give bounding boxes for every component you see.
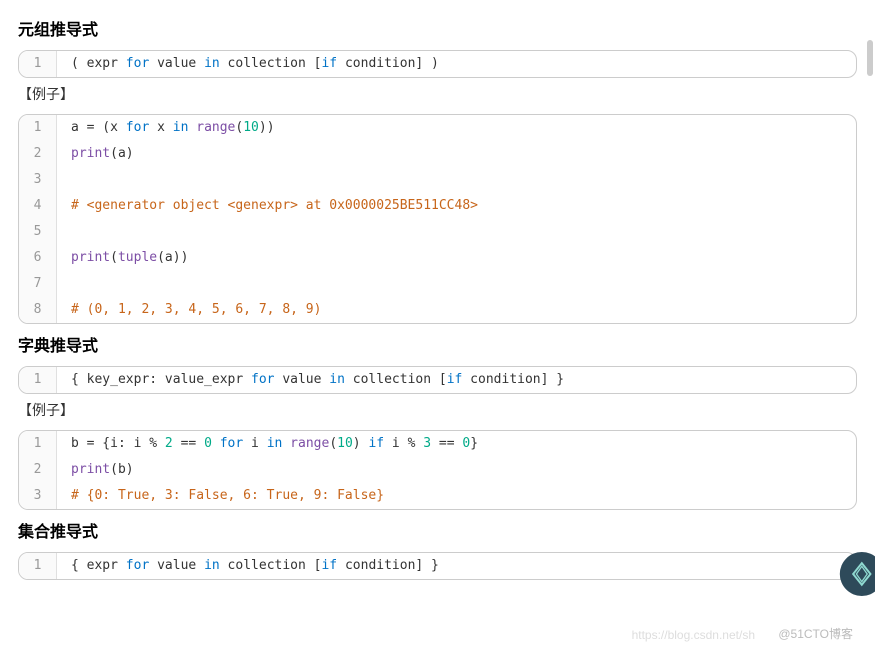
code-row: 5 [19,219,856,245]
code-row: 1a = (x for x in range(10)) [19,115,856,141]
code-row: 1( expr for value in collection [if cond… [19,51,856,77]
line-number: 5 [19,219,57,245]
code-row: 6print(tuple(a)) [19,245,856,271]
code-row: 1{ key_expr: value_expr for value in col… [19,367,856,393]
scrollbar-hint [867,40,873,76]
line-number: 3 [19,167,57,193]
line-number: 2 [19,457,57,483]
code-row: 4# <generator object <genexpr> at 0x0000… [19,193,856,219]
code-line: a = (x for x in range(10)) [57,115,856,141]
example-0-code-block: 1a = (x for x in range(10))2print(a)3 4#… [18,114,857,324]
code-row: 8# (0, 1, 2, 3, 4, 5, 6, 7, 8, 9) [19,297,856,323]
line-number: 2 [19,141,57,167]
diamond-icon [849,561,875,587]
line-number: 8 [19,297,57,323]
syntax-1-code-block: 1{ key_expr: value_expr for value in col… [18,366,857,394]
code-row: 1{ expr for value in collection [if cond… [19,553,856,579]
line-number: 6 [19,245,57,271]
code-line [57,219,856,245]
section-heading: 字典推导式 [18,332,857,356]
watermark-left: https://blog.csdn.net/sh [632,628,755,642]
code-line: # {0: True, 3: False, 6: True, 9: False} [57,483,856,509]
floating-diamond-badge[interactable] [840,552,875,596]
line-number: 1 [19,115,57,141]
code-line: ( expr for value in collection [if condi… [57,51,856,77]
example-label: 【例子】 [18,400,857,420]
watermark-right: @51CTO博客 [778,625,853,642]
code-line: { key_expr: value_expr for value in coll… [57,367,856,393]
code-row: 2print(b) [19,457,856,483]
code-line [57,167,856,193]
code-line: # <generator object <genexpr> at 0x00000… [57,193,856,219]
code-row: 7 [19,271,856,297]
section-heading: 元组推导式 [18,16,857,40]
code-row: 3 [19,167,856,193]
line-number: 7 [19,271,57,297]
code-line: b = {i: i % 2 == 0 for i in range(10) if… [57,431,856,457]
code-line: { expr for value in collection [if condi… [57,553,856,579]
syntax-0-code-block: 1( expr for value in collection [if cond… [18,50,857,78]
line-number: 3 [19,483,57,509]
line-number: 1 [19,431,57,457]
example-label: 【例子】 [18,84,857,104]
example-1-code-block: 1b = {i: i % 2 == 0 for i in range(10) i… [18,430,857,510]
code-line: print(b) [57,457,856,483]
code-line: print(tuple(a)) [57,245,856,271]
code-line: print(a) [57,141,856,167]
line-number: 4 [19,193,57,219]
line-number: 1 [19,553,57,579]
code-row: 2print(a) [19,141,856,167]
code-row: 3# {0: True, 3: False, 6: True, 9: False… [19,483,856,509]
code-line [57,271,856,297]
section-heading: 集合推导式 [18,518,857,542]
line-number: 1 [19,51,57,77]
line-number: 1 [19,367,57,393]
syntax-2-code-block: 1{ expr for value in collection [if cond… [18,552,857,580]
code-line: # (0, 1, 2, 3, 4, 5, 6, 7, 8, 9) [57,297,856,323]
code-row: 1b = {i: i % 2 == 0 for i in range(10) i… [19,431,856,457]
